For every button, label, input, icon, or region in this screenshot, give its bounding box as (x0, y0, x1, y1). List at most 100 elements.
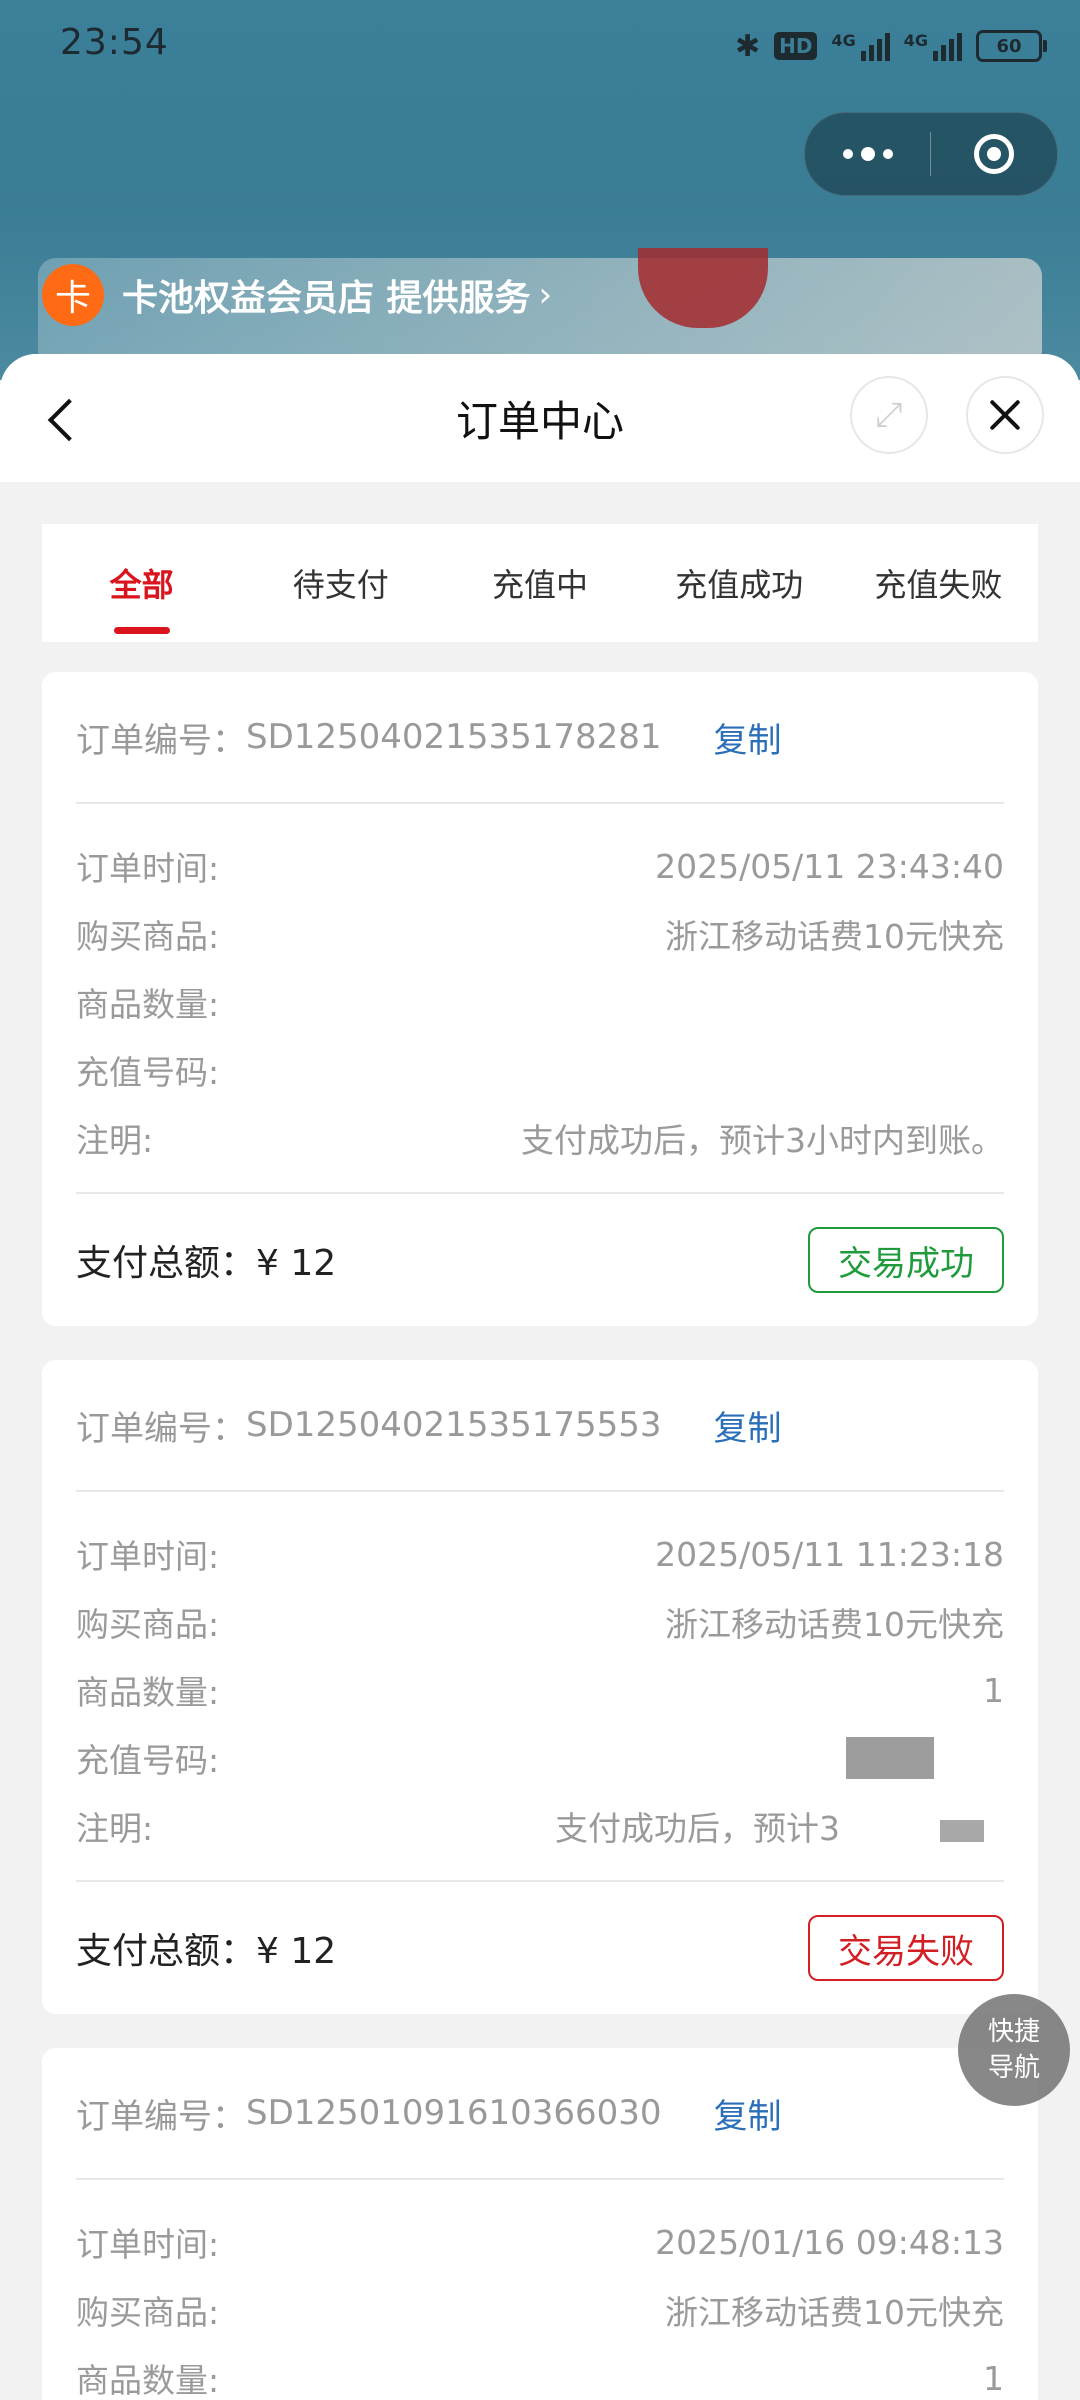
note-row: 注明: 支付成功后，预计3小时内到账。 (76, 1104, 1004, 1172)
order-card: 订单编号： SD12504021535175553 复制 订单时间: 2025/… (42, 1360, 1038, 2014)
hd-voice-icon: HD (774, 32, 818, 60)
order-time-label: 订单时间: (76, 2225, 220, 2264)
mini-program-header: 23:54 ✱ HD 4G 4G 60 卡 卡池权益会员店 提供服务 › (0, 0, 1080, 380)
tab-recharge-failed[interactable]: 充值失败 (839, 524, 1038, 642)
redaction-block (940, 1819, 984, 1842)
tab-recharging[interactable]: 充值中 (440, 524, 639, 642)
quantity-label: 商品数量: (76, 1673, 220, 1712)
quantity-row: 商品数量: 1 (76, 2344, 1004, 2400)
order-time-row: 订单时间: 2025/05/11 11:23:18 (76, 1520, 1004, 1588)
note-label: 注明: (76, 1809, 154, 1848)
order-list: 订单编号： SD12504021535178281 复制 订单时间: 2025/… (42, 672, 1038, 2400)
order-time-label: 订单时间: (76, 1537, 220, 1576)
note-text: 支付成功后，预计3 (555, 1809, 840, 1848)
copy-button[interactable]: 复制 (714, 713, 782, 762)
chevron-right-icon: › (538, 275, 553, 315)
payment-total-value: 12 (290, 1931, 337, 1972)
order-number-row: 订单编号： SD12504021535175553 复制 (76, 1360, 1004, 1492)
service-provider-link[interactable]: 卡 卡池权益会员店 提供服务 › (42, 262, 552, 328)
redaction-block (846, 1737, 934, 1780)
quantity-label: 商品数量: (76, 985, 220, 1024)
product-label: 购买商品: (76, 1605, 220, 1644)
order-card: 订单编号： SD12501091610366030 复制 订单时间: 2025/… (42, 2048, 1038, 2400)
product-value: 浙江移动话费10元快充 (665, 2293, 1004, 2332)
status-bar: 23:54 ✱ HD 4G 4G 60 (0, 0, 1080, 92)
order-time-label: 订单时间: (76, 849, 220, 888)
payment-total-label: 支付总额：¥ (76, 1931, 291, 1972)
note-label: 注明: (76, 1121, 154, 1160)
close-button[interactable] (966, 376, 1044, 454)
battery-icon: 60 (976, 30, 1047, 62)
order-time-row: 订单时间: 2025/01/16 09:48:13 (76, 2208, 1004, 2276)
phone-value-redacted (846, 1737, 1004, 1780)
order-number-value: SD12501091610366030 (246, 2093, 662, 2133)
store-logo: 卡 (42, 264, 104, 326)
payment-total-label: 支付总额：¥ (76, 1243, 291, 1284)
product-value: 浙江移动话费10元快充 (665, 1605, 1004, 1644)
order-time-value: 2025/05/11 23:43:40 (655, 846, 1004, 886)
quick-nav-label-line1: 快捷 (987, 2017, 1040, 2047)
page-title: 订单中心 (455, 397, 624, 446)
order-number-label: 订单编号： (76, 720, 246, 761)
status-badge: 交易失败 (808, 1915, 1004, 1981)
tab-recharge-success[interactable]: 充值成功 (640, 524, 839, 642)
order-details: 订单时间: 2025/01/16 09:48:13 购买商品: 浙江移动话费10… (76, 2180, 1004, 2400)
back-button[interactable] (38, 390, 91, 450)
status-badge: 交易成功 (808, 1227, 1004, 1293)
phone-label: 充值号码: (76, 1053, 220, 1092)
quantity-value: 1 (983, 2358, 1004, 2398)
banner-decoration (638, 248, 768, 328)
close-icon (987, 397, 1023, 433)
chevron-left-icon (47, 398, 91, 442)
order-footer: 支付总额：¥ 12 交易成功 (76, 1194, 1004, 1326)
tab-all[interactable]: 全部 (42, 524, 241, 642)
note-row: 注明: 支付成功后，预计3 (76, 1792, 1004, 1860)
phone-row: 充值号码: (76, 1036, 1004, 1104)
order-footer: 支付总额：¥ 12 交易失败 (76, 1882, 1004, 2014)
order-status-tabs: 全部 待支付 充值中 充值成功 充值失败 (42, 524, 1038, 642)
signal-icon-2: 4G (904, 31, 962, 61)
quantity-value: 1 (983, 1670, 1004, 1710)
order-number-value: SD12504021535175553 (246, 1405, 662, 1445)
order-time-row: 订单时间: 2025/05/11 23:43:40 (76, 832, 1004, 900)
status-time: 23:54 (60, 22, 169, 63)
signal-icon: 4G (831, 31, 890, 61)
order-number-row: 订单编号： SD12501091610366030 复制 (76, 2048, 1004, 2180)
order-details: 订单时间: 2025/05/11 11:23:18 购买商品: 浙江移动话费10… (76, 1492, 1004, 1882)
product-row: 购买商品: 浙江移动话费10元快充 (76, 1588, 1004, 1656)
order-number-value: SD12504021535178281 (246, 717, 662, 757)
product-label: 购买商品: (76, 2293, 220, 2332)
close-mini-program-icon[interactable] (931, 113, 1057, 195)
order-card: 订单编号： SD12504021535178281 复制 订单时间: 2025/… (42, 672, 1038, 1326)
order-number-label: 订单编号： (76, 2096, 246, 2137)
quick-nav-label-line2: 导航 (987, 2053, 1040, 2083)
note-value: 支付成功后，预计3小时内到账。 (521, 1121, 1004, 1160)
bluetooth-icon: ✱ (734, 28, 761, 64)
order-number-row: 订单编号： SD12504021535178281 复制 (76, 672, 1004, 804)
expand-button[interactable]: ⤢ (850, 376, 928, 454)
order-time-value: 2025/01/16 09:48:13 (655, 2222, 1004, 2262)
copy-button[interactable]: 复制 (714, 2089, 782, 2138)
copy-button[interactable]: 复制 (714, 1401, 782, 1450)
expand-icon: ⤢ (875, 395, 903, 435)
quantity-row: 商品数量: 1 (76, 1656, 1004, 1724)
payment-total-value: 12 (290, 1243, 337, 1284)
payment-total: 支付总额：¥ 12 (76, 1234, 336, 1286)
phone-row: 充值号码: (76, 1724, 1004, 1792)
product-label: 购买商品: (76, 917, 220, 956)
order-time-value: 2025/05/11 11:23:18 (655, 1534, 1004, 1574)
mini-program-capsule (804, 112, 1058, 196)
tab-pending-payment[interactable]: 待支付 (241, 524, 440, 642)
more-options-icon[interactable] (805, 113, 930, 195)
store-name: 卡池权益会员店 提供服务 (122, 278, 531, 319)
phone-label: 充值号码: (76, 1741, 220, 1780)
quantity-row: 商品数量: (76, 968, 1004, 1036)
order-details: 订单时间: 2025/05/11 23:43:40 购买商品: 浙江移动话费10… (76, 804, 1004, 1194)
quantity-label: 商品数量: (76, 2361, 220, 2400)
order-number-label: 订单编号： (76, 1408, 246, 1449)
product-value: 浙江移动话费10元快充 (665, 917, 1004, 956)
note-value: 支付成功后，预计3 (555, 1802, 1004, 1850)
quick-nav-button[interactable]: 快捷 导航 (958, 1994, 1070, 2106)
product-row: 购买商品: 浙江移动话费10元快充 (76, 2276, 1004, 2344)
payment-total: 支付总额：¥ 12 (76, 1922, 336, 1974)
